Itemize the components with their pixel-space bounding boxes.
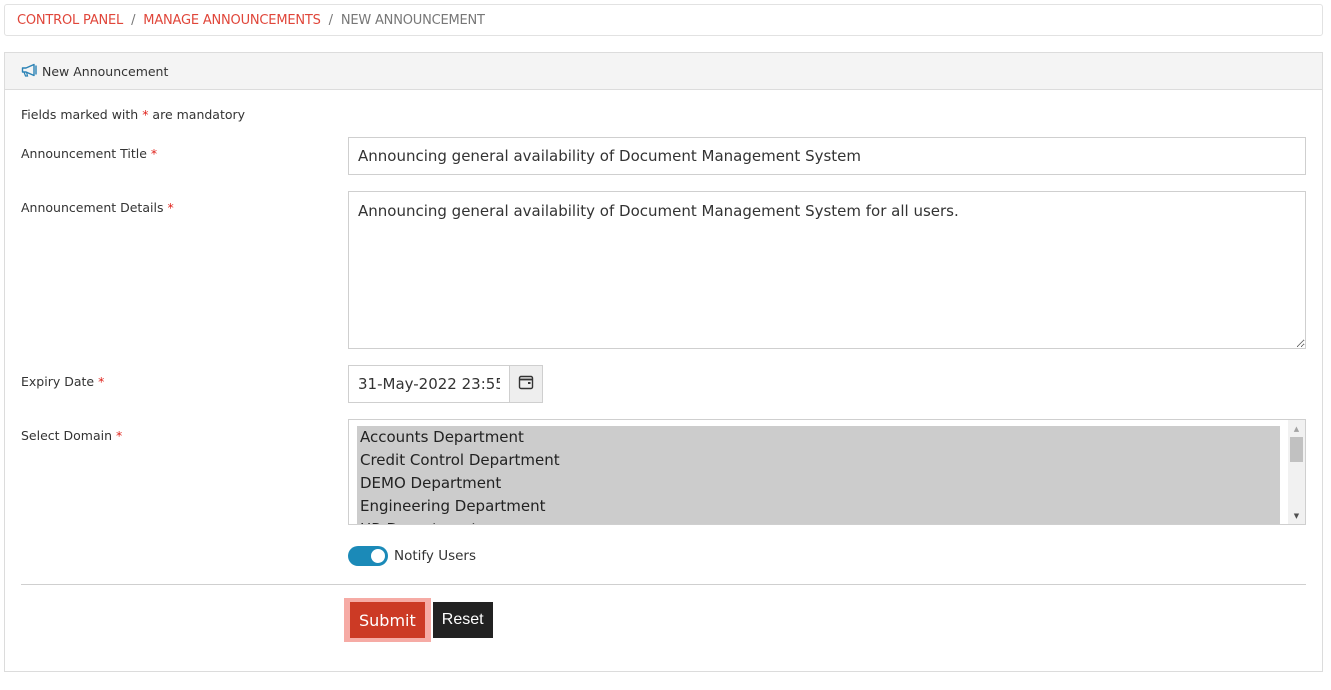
panel-title: New Announcement: [42, 63, 169, 79]
announcement-details-label: Announcement Details *: [21, 200, 174, 215]
form-divider: [21, 584, 1306, 585]
label-text: Expiry Date: [21, 374, 95, 389]
select-domain-label: Select Domain *: [21, 428, 122, 443]
required-marker: *: [150, 146, 158, 161]
calendar-icon: [518, 374, 534, 394]
expiry-date-group: [348, 365, 543, 403]
toggle-knob: [371, 549, 385, 563]
breadcrumb-separator: /: [131, 12, 136, 28]
expiry-date-input[interactable]: [348, 365, 509, 403]
domain-option[interactable]: DEMO Department: [357, 472, 1280, 495]
scroll-down-arrow-icon[interactable]: ▼: [1288, 507, 1305, 524]
domain-option[interactable]: Engineering Department: [357, 495, 1280, 518]
new-announcement-panel: New Announcement Fields marked with * ar…: [4, 52, 1323, 672]
expiry-date-label: Expiry Date *: [21, 374, 104, 389]
required-marker: *: [167, 200, 174, 215]
required-marker: *: [116, 428, 123, 443]
breadcrumb-control-panel[interactable]: CONTROL PANEL: [17, 13, 123, 28]
reset-button[interactable]: Reset: [432, 602, 493, 638]
breadcrumb-manage-announcements[interactable]: MANAGE ANNOUNCEMENTS: [143, 13, 321, 28]
submit-label: Submit: [350, 602, 425, 638]
label-text: Select Domain: [21, 428, 113, 443]
notify-users-toggle[interactable]: [348, 546, 388, 566]
domain-options: Accounts Department Credit Control Depar…: [357, 426, 1280, 524]
required-marker: *: [98, 374, 105, 389]
breadcrumb-separator: /: [328, 12, 333, 28]
breadcrumb: CONTROL PANEL / MANAGE ANNOUNCEMENTS / N…: [4, 4, 1323, 36]
notify-users-row: Notify Users: [348, 546, 476, 566]
breadcrumb-current: NEW ANNOUNCEMENT: [340, 12, 485, 28]
form-actions: Submit Reset: [344, 598, 493, 642]
label-text: Announcement Title: [21, 146, 147, 161]
notify-users-label: Notify Users: [394, 548, 477, 564]
domain-multiselect[interactable]: Accounts Department Credit Control Depar…: [348, 419, 1306, 525]
domain-option[interactable]: HR Department: [357, 518, 1280, 524]
domain-option[interactable]: Accounts Department: [357, 426, 1280, 449]
mandatory-note-text: Fields marked with: [21, 107, 143, 122]
announcement-title-input[interactable]: [348, 137, 1306, 175]
panel-heading: New Announcement: [5, 53, 1322, 90]
domain-scrollbar[interactable]: ▲ ▼: [1288, 420, 1305, 524]
domain-option[interactable]: Credit Control Department: [357, 449, 1280, 472]
mandatory-note-text: are mandatory: [148, 107, 246, 122]
megaphone-icon: [21, 63, 42, 80]
submit-button[interactable]: Submit: [344, 598, 431, 642]
scroll-thumb[interactable]: [1290, 437, 1303, 462]
announcement-title-label: Announcement Title *: [21, 146, 157, 161]
scroll-up-arrow-icon[interactable]: ▲: [1288, 420, 1305, 437]
date-picker-button[interactable]: [509, 365, 543, 403]
mandatory-note: Fields marked with * are mandatory: [21, 107, 245, 122]
label-text: Announcement Details: [21, 200, 164, 215]
announcement-details-textarea[interactable]: Announcing general availability of Docum…: [348, 191, 1306, 349]
